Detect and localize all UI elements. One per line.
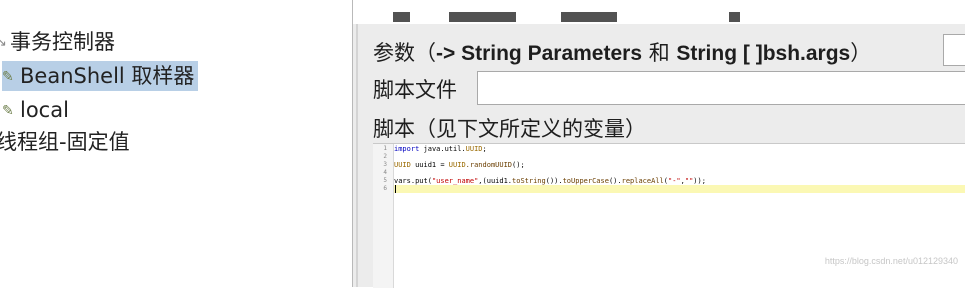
pencil-icon: ✎ [2, 69, 14, 85]
tree-item-local[interactable]: ✎ local [2, 95, 69, 125]
cropped-header-text [393, 12, 953, 22]
script-label: 脚本（见下文所定义的变量） [373, 117, 646, 141]
line-number: 6 [383, 185, 387, 192]
pencil-icon: ✎ [2, 103, 14, 119]
script-file-input[interactable] [477, 71, 965, 105]
twig-icon: ↘ [0, 35, 7, 50]
cropped-header [353, 0, 965, 24]
line-number: 1 [383, 145, 387, 152]
parameters-input[interactable] [943, 34, 965, 66]
line-number: 3 [383, 161, 387, 168]
test-plan-tree: ↘ 事务控制器 ✎ BeanShell 取样器 ✎ local 线程组-固定值 [0, 0, 350, 287]
code-line: UUID uuid1 = UUID.randomUUID(); [394, 161, 525, 169]
text-caret [395, 185, 396, 193]
beanshell-sampler-panel: 参数（-> String Parameters 和 String [ ]bsh.… [352, 0, 965, 288]
tree-item-label: BeanShell 取样器 [20, 64, 195, 88]
line-number: 2 [383, 153, 387, 160]
code-line: import java.util.UUID; [394, 145, 487, 153]
tree-item-label: local [20, 98, 69, 122]
line-number-gutter: 1 2 3 4 5 6 [373, 144, 394, 288]
tree-item-transaction-controller[interactable]: ↘ 事务控制器 [0, 27, 115, 57]
tree-item-thread-group[interactable]: 线程组-固定值 [0, 127, 130, 157]
code-line: vars.put("user_name",(uuid1.toString()).… [394, 177, 706, 185]
code-line-current [394, 185, 965, 193]
tree-item-beanshell-sampler[interactable]: ✎ BeanShell 取样器 [2, 61, 199, 91]
script-editor[interactable]: 1 2 3 4 5 6 import java.util.UUID; UUID … [373, 143, 965, 288]
tree-item-label: 事务控制器 [10, 30, 115, 54]
parameters-label: 参数（-> String Parameters 和 String [ ]bsh.… [373, 41, 872, 65]
script-file-label: 脚本文件 [373, 78, 457, 102]
line-number: 5 [383, 177, 387, 184]
line-number: 4 [383, 169, 387, 176]
tree-item-label: 线程组-固定值 [0, 130, 130, 154]
watermark: https://blog.csdn.net/u012129340 [824, 256, 958, 266]
